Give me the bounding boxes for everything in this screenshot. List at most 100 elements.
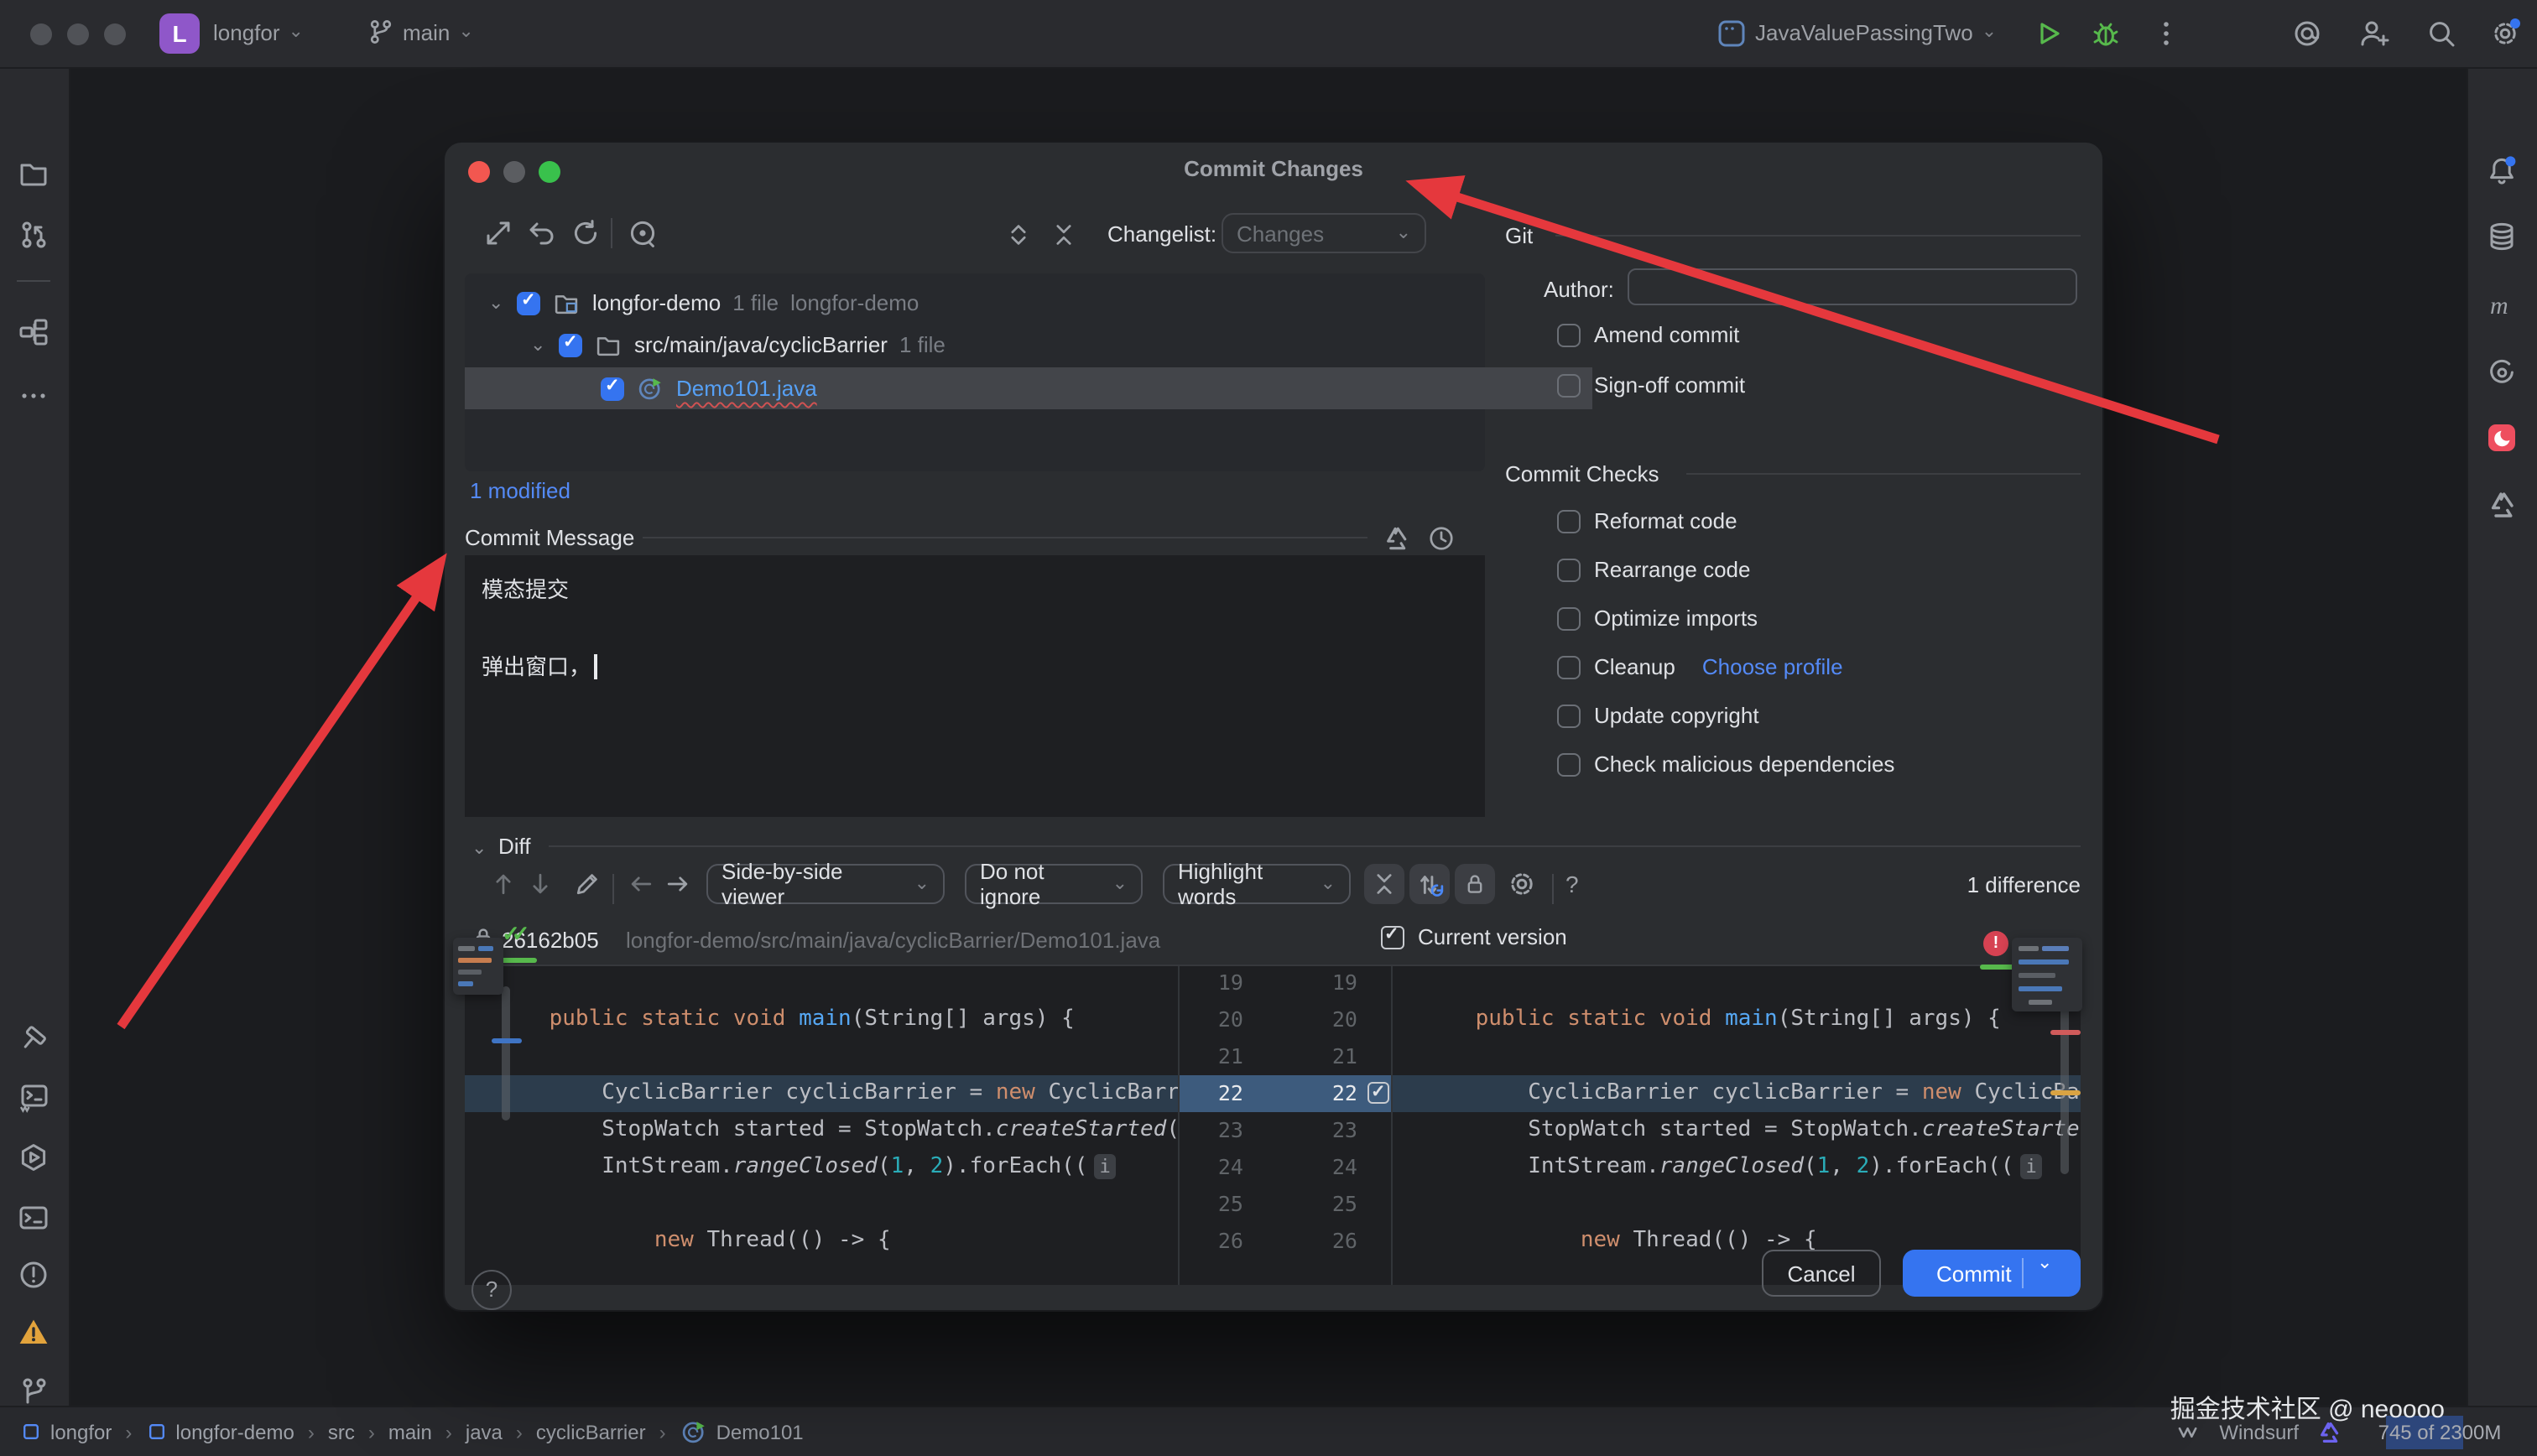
ai-assistant-icon[interactable]: [2290, 17, 2324, 50]
help-button[interactable]: ?: [471, 1270, 512, 1310]
scrollbar-left[interactable]: [502, 986, 510, 1121]
changelist-dropdown[interactable]: Changes: [1222, 213, 1426, 253]
show-diff-icon[interactable]: [482, 216, 515, 250]
diff-gutter[interactable]: 19192020212122222323242425252626: [1178, 966, 1391, 1285]
diff-section-header[interactable]: Diff: [498, 834, 531, 859]
whitespace-dropdown[interactable]: Do not ignore: [965, 864, 1143, 904]
window-zoom-button[interactable]: [104, 23, 126, 45]
vcs-commit-icon[interactable]: [17, 218, 52, 253]
checkbox-box[interactable]: [1557, 323, 1581, 346]
author-input[interactable]: [1628, 268, 2077, 305]
services-icon[interactable]: [17, 1141, 52, 1176]
checkbox-box[interactable]: [1557, 558, 1581, 581]
terminal-icon[interactable]: [17, 1201, 52, 1236]
error-badge-icon[interactable]: !: [1983, 931, 2008, 956]
diff-settings-gear-icon[interactable]: [1502, 864, 1542, 904]
debug-button[interactable]: [2089, 17, 2123, 50]
next-difference-icon[interactable]: [525, 869, 555, 899]
database-icon[interactable]: [2485, 220, 2520, 255]
checkbox-box[interactable]: [1557, 509, 1581, 533]
breadcrumb-item[interactable]: longfor-demo: [145, 1420, 294, 1443]
breadcrumb-item[interactable]: java: [466, 1420, 503, 1443]
jump-to-source-pencil-icon[interactable]: [572, 869, 602, 899]
commit-button[interactable]: Commit ⌄: [1903, 1250, 2081, 1297]
checkbox-box[interactable]: [1557, 655, 1581, 679]
run-config-selector[interactable]: JavaValuePassingTwo: [1755, 20, 1997, 45]
gutter-include-checkbox[interactable]: [1367, 1082, 1389, 1104]
breadcrumb-item[interactable]: main: [388, 1420, 432, 1443]
choose-profile-link[interactable]: Choose profile: [1702, 654, 1843, 679]
message-history-clock-icon[interactable]: [1426, 523, 1456, 554]
red-plugin-icon[interactable]: [2485, 421, 2520, 456]
run-button[interactable]: [2032, 17, 2066, 50]
commit-check-checkbox[interactable]: CleanupChoose profile: [1557, 654, 1843, 679]
checkbox-box[interactable]: [1557, 373, 1581, 397]
diff-editor[interactable]: public static void main(String[] args) {…: [465, 965, 2081, 1285]
diff-pane-right[interactable]: public static void main(String[] args) {…: [1391, 966, 2081, 1285]
diff-minimap-left[interactable]: [453, 938, 503, 995]
commit-check-checkbox[interactable]: Reformat code: [1557, 508, 1737, 533]
highlight-mode-dropdown[interactable]: Highlight words: [1163, 864, 1351, 904]
tree-row[interactable]: Demo101.java: [465, 367, 1592, 409]
expand-all-icon[interactable]: [1003, 220, 1034, 250]
prev-file-arrow-icon[interactable]: [626, 869, 656, 899]
tree-row[interactable]: ⌄src/main/java/cyclicBarrier1 file: [465, 325, 1550, 364]
diff-minimap-right[interactable]: [2012, 938, 2082, 1011]
diff-help-icon[interactable]: ?: [1565, 871, 1579, 897]
scrollbar-right[interactable]: [2060, 986, 2069, 1174]
rollback-icon[interactable]: [525, 216, 559, 250]
chevron-down-icon[interactable]: ⌄: [488, 292, 505, 314]
problems-icon[interactable]: [17, 1258, 52, 1293]
window-minimize-button[interactable]: [67, 23, 89, 45]
tree-row[interactable]: ⌄longfor-demo1 filelongfor-demo: [465, 283, 1508, 322]
commit-check-checkbox[interactable]: Check malicious dependencies: [1557, 751, 1894, 777]
refresh-icon[interactable]: [569, 216, 602, 250]
windsurf-terminal-icon[interactable]: [17, 1080, 52, 1115]
warning-icon[interactable]: [17, 1315, 52, 1350]
tree-row-checkbox[interactable]: [559, 333, 582, 356]
viewer-mode-dropdown[interactable]: Side-by-side viewer: [706, 864, 945, 904]
breadcrumb-item[interactable]: src: [328, 1420, 355, 1443]
ai-assistant-icon[interactable]: [2485, 488, 2520, 523]
checkbox-box[interactable]: [1557, 606, 1581, 630]
gradle-icon[interactable]: [2485, 354, 2520, 389]
breadcrumb-item[interactable]: cyclicBarrier: [536, 1420, 646, 1443]
previous-difference-icon[interactable]: [488, 869, 518, 899]
maven-icon[interactable]: m: [2485, 289, 2520, 324]
branch-selector[interactable]: main: [403, 20, 474, 45]
notifications-bell-icon[interactable]: [2485, 154, 2520, 190]
cancel-button[interactable]: Cancel: [1762, 1250, 1881, 1297]
current-version-checkbox[interactable]: Current version: [1381, 924, 1567, 949]
code-with-me-icon[interactable]: [2357, 17, 2391, 50]
preview-diff-icon[interactable]: [626, 216, 659, 250]
collapse-unchanged-button[interactable]: [1364, 864, 1404, 904]
commit-message-input[interactable]: 模态提交 弹出窗口，: [465, 555, 1485, 817]
breadcrumb-item[interactable]: Demo101: [680, 1417, 804, 1446]
more-actions-kebab-icon[interactable]: [2149, 17, 2183, 50]
breadcrumb-item[interactable]: longfor: [20, 1420, 112, 1443]
diff-collapse-chevron-icon[interactable]: ⌄: [471, 837, 488, 859]
project-folder-icon[interactable]: [17, 156, 52, 191]
tree-row-checkbox[interactable]: [517, 291, 540, 315]
search-everywhere-icon[interactable]: [2425, 17, 2458, 50]
collapse-all-icon[interactable]: [1049, 220, 1079, 250]
tree-row-checkbox[interactable]: [601, 377, 624, 400]
ai-commit-message-icon[interactable]: [1381, 523, 1411, 554]
checkbox-box[interactable]: [1557, 704, 1581, 727]
project-selector[interactable]: longfor: [213, 20, 304, 45]
commit-check-checkbox[interactable]: Optimize imports: [1557, 606, 1758, 631]
next-file-arrow-icon[interactable]: [663, 869, 693, 899]
commit-options-chevron-icon[interactable]: ⌄: [2037, 1251, 2052, 1273]
more-icon[interactable]: [17, 379, 52, 414]
settings-gear-icon[interactable]: [2488, 17, 2522, 50]
build-hammer-icon[interactable]: [17, 1022, 52, 1057]
window-close-button[interactable]: [30, 23, 52, 45]
disable-editing-lock-button[interactable]: [1455, 864, 1495, 904]
modified-count-link[interactable]: 1 modified: [470, 478, 570, 503]
commit-check-checkbox[interactable]: Rearrange code: [1557, 557, 1750, 582]
chevron-down-icon[interactable]: ⌄: [530, 334, 547, 356]
checkbox-box[interactable]: [1557, 752, 1581, 776]
git-option-checkbox[interactable]: Sign-off commit: [1557, 372, 1745, 398]
structure-icon[interactable]: [17, 315, 52, 351]
diff-pane-left[interactable]: public static void main(String[] args) {…: [465, 966, 1178, 1285]
